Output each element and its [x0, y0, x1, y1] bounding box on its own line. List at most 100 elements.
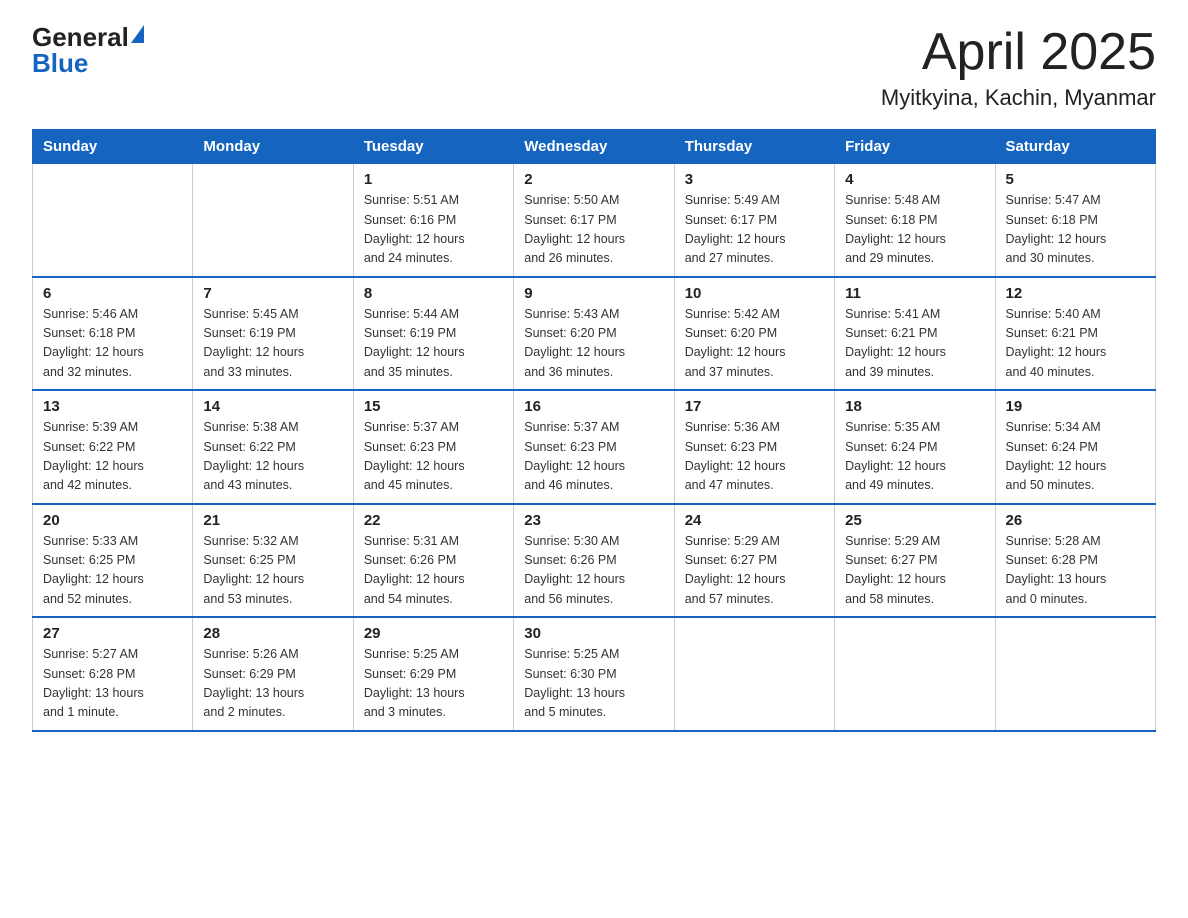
calendar-cell: 16 Sunrise: 5:37 AMSunset: 6:23 PMDayligh…: [514, 390, 674, 504]
calendar-cell: [995, 617, 1155, 731]
calendar-cell: 17 Sunrise: 5:36 AMSunset: 6:23 PMDayligh…: [674, 390, 834, 504]
day-info: Sunrise: 5:33 AMSunset: 6:25 PMDaylight:…: [43, 532, 182, 610]
calendar-week-row: 20 Sunrise: 5:33 AMSunset: 6:25 PMDayligh…: [33, 504, 1156, 618]
title-area: April 2025 Myitkyina, Kachin, Myanmar: [881, 24, 1156, 111]
day-number: 9: [524, 285, 663, 302]
calendar-table: SundayMondayTuesdayWednesdayThursdayFrid…: [32, 129, 1156, 732]
day-number: 1: [364, 171, 503, 188]
weekday-header-thursday: Thursday: [674, 130, 834, 164]
weekday-header-sunday: Sunday: [33, 130, 193, 164]
calendar-week-row: 13Sunrise: 5:39 AMSunset: 6:22 PMDayligh…: [33, 390, 1156, 504]
day-number: 19: [1006, 398, 1145, 415]
day-number: 28: [203, 625, 342, 642]
calendar-cell: 19Sunrise: 5:34 AMSunset: 6:24 PMDayligh…: [995, 390, 1155, 504]
day-number: 11: [845, 285, 984, 302]
day-number: 10: [685, 285, 824, 302]
calendar-cell: [33, 164, 193, 277]
logo-general-text: General: [32, 24, 129, 50]
day-info: Sunrise: 5:51 AMSunset: 6:16 PMDaylight:…: [364, 191, 503, 269]
day-info: Sunrise: 5:43 AMSunset: 6:20 PMDaylight:…: [524, 305, 663, 383]
day-number: 27: [43, 625, 182, 642]
calendar-cell: 30 Sunrise: 5:25 AMSunset: 6:30 PMDayligh…: [514, 617, 674, 731]
day-info: Sunrise: 5:26 AMSunset: 6:29 PMDaylight:…: [203, 645, 342, 723]
day-number: 17: [685, 398, 824, 415]
calendar-title: April 2025: [881, 24, 1156, 81]
day-number: 2: [524, 171, 663, 188]
day-info: Sunrise: 5:36 AMSunset: 6:23 PMDaylight:…: [685, 418, 824, 496]
day-number: 29: [364, 625, 503, 642]
day-number: 24: [685, 512, 824, 529]
day-info: Sunrise: 5:35 AMSunset: 6:24 PMDaylight:…: [845, 418, 984, 496]
day-info: Sunrise: 5:28 AMSunset: 6:28 PMDaylight:…: [1006, 532, 1145, 610]
day-number: 7: [203, 285, 342, 302]
weekday-header-wednesday: Wednesday: [514, 130, 674, 164]
day-info: Sunrise: 5:30 AMSunset: 6:26 PMDaylight:…: [524, 532, 663, 610]
day-info: Sunrise: 5:40 AMSunset: 6:21 PMDaylight:…: [1006, 305, 1145, 383]
calendar-cell: 15 Sunrise: 5:37 AMSunset: 6:23 PMDayligh…: [353, 390, 513, 504]
calendar-week-row: 6Sunrise: 5:46 AMSunset: 6:18 PMDaylight…: [33, 277, 1156, 391]
calendar-cell: 9 Sunrise: 5:43 AMSunset: 6:20 PMDaylight…: [514, 277, 674, 391]
calendar-cell: 25Sunrise: 5:29 AMSunset: 6:27 PMDayligh…: [835, 504, 995, 618]
day-info: Sunrise: 5:50 AMSunset: 6:17 PMDaylight:…: [524, 191, 663, 269]
day-info: Sunrise: 5:38 AMSunset: 6:22 PMDaylight:…: [203, 418, 342, 496]
day-info: Sunrise: 5:25 AMSunset: 6:30 PMDaylight:…: [524, 645, 663, 723]
day-info: Sunrise: 5:45 AMSunset: 6:19 PMDaylight:…: [203, 305, 342, 383]
day-info: Sunrise: 5:31 AMSunset: 6:26 PMDaylight:…: [364, 532, 503, 610]
calendar-cell: 22 Sunrise: 5:31 AMSunset: 6:26 PMDayligh…: [353, 504, 513, 618]
day-number: 25: [845, 512, 984, 529]
day-number: 12: [1006, 285, 1145, 302]
day-info: Sunrise: 5:27 AMSunset: 6:28 PMDaylight:…: [43, 645, 182, 723]
calendar-week-row: 27 Sunrise: 5:27 AMSunset: 6:28 PMDayligh…: [33, 617, 1156, 731]
weekday-header-saturday: Saturday: [995, 130, 1155, 164]
calendar-body: 1 Sunrise: 5:51 AMSunset: 6:16 PMDaylight…: [33, 164, 1156, 731]
day-info: Sunrise: 5:29 AMSunset: 6:27 PMDaylight:…: [685, 532, 824, 610]
logo-triangle-icon: [131, 25, 144, 43]
calendar-cell: [193, 164, 353, 277]
calendar-cell: 13Sunrise: 5:39 AMSunset: 6:22 PMDayligh…: [33, 390, 193, 504]
calendar-cell: 14 Sunrise: 5:38 AMSunset: 6:22 PMDayligh…: [193, 390, 353, 504]
weekday-header-tuesday: Tuesday: [353, 130, 513, 164]
day-info: Sunrise: 5:41 AMSunset: 6:21 PMDaylight:…: [845, 305, 984, 383]
calendar-subtitle: Myitkyina, Kachin, Myanmar: [881, 85, 1156, 111]
day-info: Sunrise: 5:37 AMSunset: 6:23 PMDaylight:…: [364, 418, 503, 496]
day-number: 30: [524, 625, 663, 642]
calendar-cell: 3 Sunrise: 5:49 AMSunset: 6:17 PMDaylight…: [674, 164, 834, 277]
day-number: 20: [43, 512, 182, 529]
day-info: Sunrise: 5:48 AMSunset: 6:18 PMDaylight:…: [845, 191, 984, 269]
day-info: Sunrise: 5:37 AMSunset: 6:23 PMDaylight:…: [524, 418, 663, 496]
day-number: 3: [685, 171, 824, 188]
day-number: 23: [524, 512, 663, 529]
day-number: 14: [203, 398, 342, 415]
calendar-cell: 6Sunrise: 5:46 AMSunset: 6:18 PMDaylight…: [33, 277, 193, 391]
weekday-header-row: SundayMondayTuesdayWednesdayThursdayFrid…: [33, 130, 1156, 164]
day-info: Sunrise: 5:49 AMSunset: 6:17 PMDaylight:…: [685, 191, 824, 269]
calendar-cell: 4Sunrise: 5:48 AMSunset: 6:18 PMDaylight…: [835, 164, 995, 277]
calendar-cell: 1 Sunrise: 5:51 AMSunset: 6:16 PMDaylight…: [353, 164, 513, 277]
day-info: Sunrise: 5:25 AMSunset: 6:29 PMDaylight:…: [364, 645, 503, 723]
calendar-cell: 10 Sunrise: 5:42 AMSunset: 6:20 PMDayligh…: [674, 277, 834, 391]
calendar-header: SundayMondayTuesdayWednesdayThursdayFrid…: [33, 130, 1156, 164]
day-number: 26: [1006, 512, 1145, 529]
calendar-cell: [835, 617, 995, 731]
calendar-cell: 23 Sunrise: 5:30 AMSunset: 6:26 PMDayligh…: [514, 504, 674, 618]
calendar-cell: 5Sunrise: 5:47 AMSunset: 6:18 PMDaylight…: [995, 164, 1155, 277]
day-number: 21: [203, 512, 342, 529]
logo: General Blue: [32, 24, 144, 76]
logo-blue-text: Blue: [32, 50, 88, 76]
day-info: Sunrise: 5:32 AMSunset: 6:25 PMDaylight:…: [203, 532, 342, 610]
day-info: Sunrise: 5:42 AMSunset: 6:20 PMDaylight:…: [685, 305, 824, 383]
calendar-cell: 2 Sunrise: 5:50 AMSunset: 6:17 PMDaylight…: [514, 164, 674, 277]
page-header: General Blue April 2025 Myitkyina, Kachi…: [32, 24, 1156, 111]
calendar-week-row: 1 Sunrise: 5:51 AMSunset: 6:16 PMDaylight…: [33, 164, 1156, 277]
day-number: 15: [364, 398, 503, 415]
calendar-cell: 24 Sunrise: 5:29 AMSunset: 6:27 PMDayligh…: [674, 504, 834, 618]
weekday-header-friday: Friday: [835, 130, 995, 164]
calendar-cell: 21 Sunrise: 5:32 AMSunset: 6:25 PMDayligh…: [193, 504, 353, 618]
day-number: 22: [364, 512, 503, 529]
calendar-cell: 20 Sunrise: 5:33 AMSunset: 6:25 PMDayligh…: [33, 504, 193, 618]
day-number: 13: [43, 398, 182, 415]
day-number: 16: [524, 398, 663, 415]
day-info: Sunrise: 5:44 AMSunset: 6:19 PMDaylight:…: [364, 305, 503, 383]
day-number: 18: [845, 398, 984, 415]
calendar-cell: 28 Sunrise: 5:26 AMSunset: 6:29 PMDayligh…: [193, 617, 353, 731]
